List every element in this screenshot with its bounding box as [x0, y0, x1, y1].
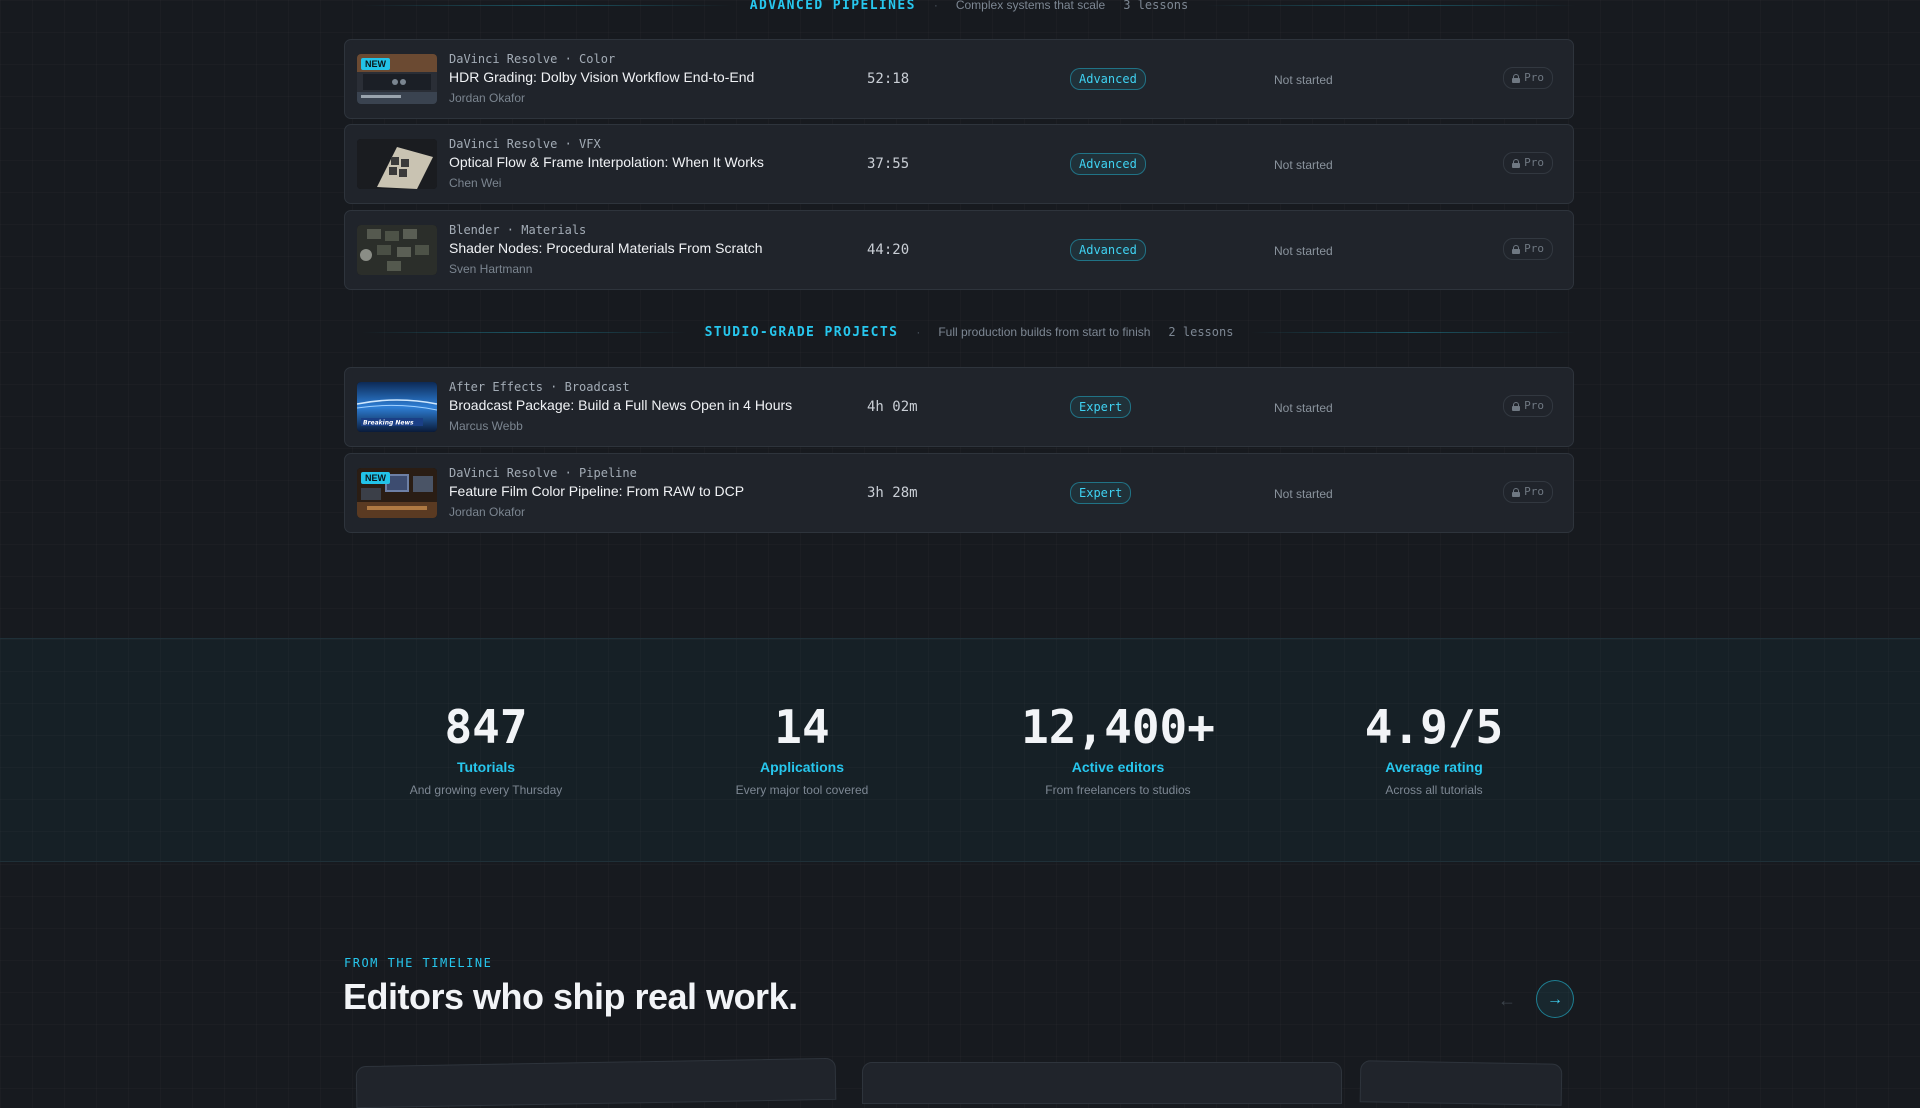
lesson-thumbnail — [357, 139, 437, 189]
stats-band: 847 Tutorials And growing every Thursday… — [0, 638, 1920, 862]
pro-badge: Pro — [1503, 395, 1553, 417]
lesson-title[interactable]: Feature Film Color Pipeline: From RAW to… — [449, 483, 744, 499]
section-subtitle: Complex systems that scale — [955, 0, 1106, 12]
stat-value: 14 — [774, 700, 830, 754]
lesson-author: Marcus Webb — [449, 419, 523, 433]
access-label: Pro — [1524, 156, 1544, 169]
stat-applications: 14 Applications Every major tool covered — [652, 701, 952, 797]
stat-label: Active editors — [1071, 759, 1165, 775]
lesson-meta: Blender · Materials — [449, 223, 587, 237]
stat-sub: And growing every Thursday — [409, 783, 563, 797]
lock-icon — [1512, 487, 1521, 497]
pro-badge: Pro — [1503, 67, 1553, 89]
thumbnail-caption: Breaking News — [363, 420, 414, 427]
level-badge: Expert — [1070, 396, 1132, 418]
separator: · — [933, 0, 938, 12]
section-header-studio: STUDIO-GRADE PROJECTS · Full production … — [362, 322, 1577, 342]
access-label: Pro — [1524, 71, 1544, 84]
pro-badge: Pro — [1503, 481, 1553, 503]
lock-icon — [1512, 73, 1521, 83]
level-badge: Advanced — [1070, 68, 1146, 90]
lesson-title[interactable]: Broadcast Package: Build a Full News Ope… — [449, 397, 792, 413]
progress-status: Not started — [1274, 401, 1333, 415]
stat-sub: From freelancers to studios — [1045, 783, 1191, 797]
progress-status: Not started — [1274, 244, 1333, 258]
lesson-row[interactable]: DaVinci Resolve · VFX Optical Flow & Fra… — [344, 124, 1574, 204]
lesson-meta: DaVinci Resolve · Color — [449, 52, 616, 66]
level-badge: Advanced — [1070, 153, 1146, 175]
level-badge: Expert — [1070, 482, 1132, 504]
testimonial-card[interactable] — [355, 1057, 837, 1108]
stat-label: Average rating — [1385, 759, 1483, 775]
separator: · — [916, 325, 921, 339]
lesson-title[interactable]: Optical Flow & Frame Interpolation: When… — [449, 154, 764, 170]
section-count: 2 lessons — [1168, 325, 1234, 339]
section-title: STUDIO-GRADE PROJECTS — [704, 324, 899, 340]
testimonial-card[interactable] — [1359, 1060, 1563, 1106]
lesson-row[interactable]: Blender · Materials Shader Nodes: Proced… — [344, 210, 1574, 290]
lesson-meta: DaVinci Resolve · Pipeline — [449, 466, 637, 480]
lesson-meta: DaVinci Resolve · VFX — [449, 137, 601, 151]
section-header-advanced: ADVANCED PIPELINES · Complex systems tha… — [362, 0, 1577, 15]
carousel-next-button[interactable]: → — [1536, 980, 1574, 1018]
access-label: Pro — [1524, 485, 1544, 498]
new-badge: NEW — [361, 58, 390, 70]
lock-icon — [1512, 158, 1521, 168]
stat-tutorials: 847 Tutorials And growing every Thursday — [336, 701, 636, 797]
level-badge: Advanced — [1070, 239, 1146, 261]
lock-icon — [1512, 401, 1521, 411]
stat-label: Applications — [759, 759, 844, 775]
stat-sub: Every major tool covered — [735, 783, 869, 797]
section-title: ADVANCED PIPELINES — [749, 0, 916, 13]
lesson-meta: After Effects · Broadcast — [449, 380, 630, 394]
lesson-row[interactable]: NEW DaVinci Resolve · Color HDR Grading:… — [344, 39, 1574, 119]
lesson-duration: 4h 02m — [867, 399, 918, 415]
stat-active-editors: 12,400+ Active editors From freelancers … — [968, 701, 1268, 797]
new-badge: NEW — [361, 472, 390, 484]
arrow-left-icon: ← — [1498, 990, 1516, 1010]
lesson-author: Jordan Okafor — [449, 91, 526, 105]
access-label: Pro — [1524, 242, 1544, 255]
stat-sub: Across all tutorials — [1385, 783, 1483, 797]
lock-icon — [1512, 244, 1521, 254]
section-heading: Editors who ship real work. — [343, 976, 798, 1017]
section-eyebrow: FROM THE TIMELINE — [344, 956, 493, 970]
section-count: 3 lessons — [1123, 0, 1189, 12]
stat-value: 12,400+ — [1021, 700, 1215, 754]
lesson-title[interactable]: HDR Grading: Dolby Vision Workflow End-t… — [449, 69, 754, 85]
carousel-prev-button[interactable]: ← — [1490, 983, 1524, 1017]
testimonial-card[interactable] — [862, 1062, 1342, 1104]
lesson-thumbnail: NEW — [357, 54, 437, 104]
lesson-row[interactable]: NEW DaVinci Resolve · Pipeline Feature F… — [344, 453, 1574, 533]
arrow-right-icon: → — [1547, 991, 1563, 1008]
lesson-author: Sven Hartmann — [449, 262, 533, 276]
pro-badge: Pro — [1503, 238, 1553, 260]
stat-value: 847 — [444, 700, 528, 754]
stat-rating: 4.9/5 Average rating Across all tutorial… — [1284, 701, 1584, 797]
lesson-thumbnail — [357, 225, 437, 275]
lesson-duration: 44:20 — [867, 242, 910, 258]
lesson-thumbnail: NEW — [357, 468, 437, 518]
stat-label: Tutorials — [456, 759, 516, 775]
lesson-duration: 37:55 — [867, 156, 910, 172]
lesson-row[interactable]: Breaking News After Effects · Broadcast … — [344, 367, 1574, 447]
lesson-duration: 52:18 — [867, 71, 910, 87]
lesson-duration: 3h 28m — [867, 485, 918, 501]
section-subtitle: Full production builds from start to fin… — [938, 325, 1151, 339]
stat-value: 4.9/5 — [1364, 700, 1504, 754]
progress-status: Not started — [1274, 487, 1333, 501]
access-label: Pro — [1524, 399, 1544, 412]
pro-badge: Pro — [1503, 152, 1553, 174]
lesson-author: Jordan Okafor — [449, 505, 526, 519]
lesson-title[interactable]: Shader Nodes: Procedural Materials From … — [449, 240, 763, 256]
lesson-author: Chen Wei — [449, 176, 502, 190]
lesson-thumbnail: Breaking News — [357, 382, 437, 432]
progress-status: Not started — [1274, 158, 1333, 172]
progress-status: Not started — [1274, 73, 1333, 87]
